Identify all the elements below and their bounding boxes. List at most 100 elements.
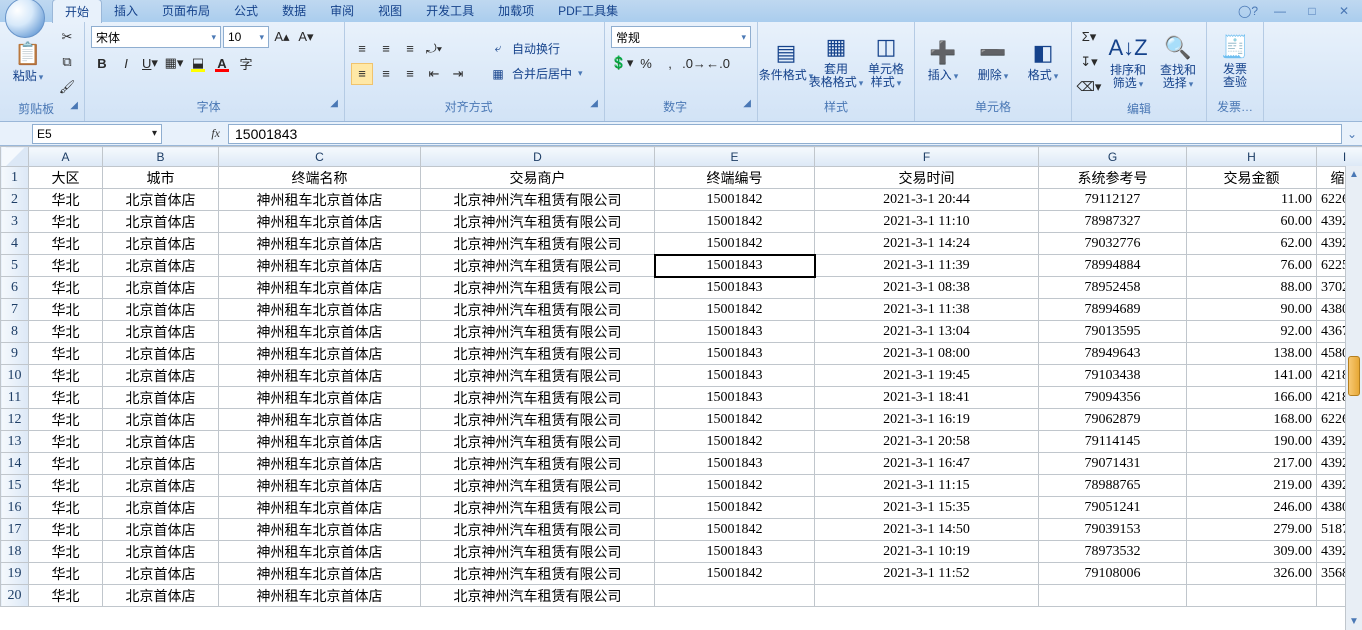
- cell[interactable]: 华北: [29, 255, 103, 277]
- cell[interactable]: [1187, 585, 1317, 607]
- decrease-font-icon[interactable]: A▾: [295, 26, 317, 48]
- border-button[interactable]: ▦▾: [163, 52, 185, 74]
- font-color-button[interactable]: A: [211, 52, 233, 74]
- cell[interactable]: 141.00: [1187, 365, 1317, 387]
- cell[interactable]: 79051241: [1039, 497, 1187, 519]
- cell[interactable]: 79071431: [1039, 453, 1187, 475]
- cell[interactable]: 华北: [29, 563, 103, 585]
- cell[interactable]: 北京首体店: [103, 233, 219, 255]
- cell[interactable]: 北京神州汽车租赁有限公司: [421, 343, 655, 365]
- cell[interactable]: 北京首体店: [103, 409, 219, 431]
- cell[interactable]: 神州租车北京首体店: [219, 211, 421, 233]
- cell[interactable]: 15001842: [655, 233, 815, 255]
- cell[interactable]: 15001843: [655, 453, 815, 475]
- percent-format-icon[interactable]: %: [635, 52, 657, 74]
- cell[interactable]: 华北: [29, 233, 103, 255]
- tab-PDF工具集[interactable]: PDF工具集: [546, 0, 630, 23]
- cell[interactable]: 北京神州汽车租赁有限公司: [421, 321, 655, 343]
- row-header[interactable]: 3: [1, 211, 29, 233]
- launcher-icon[interactable]: ◢: [590, 98, 598, 109]
- invoice-button[interactable]: 🧾发票 查验: [1213, 31, 1257, 91]
- cell[interactable]: 79094356: [1039, 387, 1187, 409]
- tab-视图[interactable]: 视图: [366, 0, 414, 23]
- select-all-corner[interactable]: [1, 147, 29, 167]
- row-header[interactable]: 5: [1, 255, 29, 277]
- cell[interactable]: 78987327: [1039, 211, 1187, 233]
- fill-icon[interactable]: ↧▾: [1078, 51, 1100, 73]
- row-header[interactable]: 7: [1, 299, 29, 321]
- cell[interactable]: 华北: [29, 519, 103, 541]
- cell[interactable]: 北京首体店: [103, 541, 219, 563]
- cell[interactable]: 15001842: [655, 475, 815, 497]
- cell[interactable]: 15001842: [655, 211, 815, 233]
- cell[interactable]: 北京首体店: [103, 343, 219, 365]
- cell[interactable]: 79103438: [1039, 365, 1187, 387]
- cell[interactable]: 神州租车北京首体店: [219, 541, 421, 563]
- cell[interactable]: 北京神州汽车租赁有限公司: [421, 519, 655, 541]
- minimize-icon[interactable]: —: [1268, 4, 1292, 18]
- cell[interactable]: 88.00: [1187, 277, 1317, 299]
- cell[interactable]: 62.00: [1187, 233, 1317, 255]
- cell[interactable]: 2021-3-1 13:04: [815, 321, 1039, 343]
- cell[interactable]: 2021-3-1 20:58: [815, 431, 1039, 453]
- cell[interactable]: 15001842: [655, 519, 815, 541]
- tab-公式[interactable]: 公式: [222, 0, 270, 23]
- autosum-icon[interactable]: Σ▾: [1078, 26, 1100, 48]
- table-style-button[interactable]: ▦套用 表格格式: [814, 31, 858, 92]
- number-format-combo[interactable]: 常规▾: [611, 26, 751, 48]
- cell[interactable]: 北京神州汽车租赁有限公司: [421, 211, 655, 233]
- cell[interactable]: 15001842: [655, 497, 815, 519]
- cell[interactable]: 北京神州汽车租赁有限公司: [421, 365, 655, 387]
- row-header[interactable]: 13: [1, 431, 29, 453]
- cell[interactable]: 2021-3-1 14:24: [815, 233, 1039, 255]
- cell[interactable]: 北京神州汽车租赁有限公司: [421, 563, 655, 585]
- close-icon[interactable]: ✕: [1332, 4, 1356, 18]
- clear-icon[interactable]: ⌫▾: [1078, 76, 1100, 98]
- launcher-icon[interactable]: ◢: [330, 98, 338, 109]
- cell[interactable]: 华北: [29, 321, 103, 343]
- cell[interactable]: 279.00: [1187, 519, 1317, 541]
- cell[interactable]: 北京首体店: [103, 211, 219, 233]
- cell-style-button[interactable]: ◫单元格 样式: [864, 31, 908, 92]
- row-header[interactable]: 15: [1, 475, 29, 497]
- tab-页面布局[interactable]: 页面布局: [150, 0, 222, 23]
- cell[interactable]: 15001842: [655, 299, 815, 321]
- name-box[interactable]: E5▾: [32, 124, 162, 144]
- cell[interactable]: 78994884: [1039, 255, 1187, 277]
- cell[interactable]: 华北: [29, 277, 103, 299]
- cell[interactable]: 76.00: [1187, 255, 1317, 277]
- cell[interactable]: 2021-3-1 08:38: [815, 277, 1039, 299]
- cell[interactable]: 北京首体店: [103, 453, 219, 475]
- cell[interactable]: 15001843: [655, 277, 815, 299]
- col-header-A[interactable]: A: [29, 147, 103, 167]
- cell[interactable]: 神州租车北京首体店: [219, 475, 421, 497]
- increase-font-icon[interactable]: A▴: [271, 26, 293, 48]
- cell[interactable]: 北京首体店: [103, 585, 219, 607]
- header-cell[interactable]: 城市: [103, 167, 219, 189]
- row-header[interactable]: 4: [1, 233, 29, 255]
- cell[interactable]: 神州租车北京首体店: [219, 585, 421, 607]
- cell[interactable]: 神州租车北京首体店: [219, 431, 421, 453]
- header-cell[interactable]: 系统参考号: [1039, 167, 1187, 189]
- cell[interactable]: 15001843: [655, 321, 815, 343]
- delete-button[interactable]: ➖删除: [971, 37, 1015, 85]
- cell[interactable]: 神州租车北京首体店: [219, 277, 421, 299]
- align-center-icon[interactable]: ≡: [375, 63, 397, 85]
- cell[interactable]: 北京首体店: [103, 475, 219, 497]
- font-size-combo[interactable]: 10▾: [223, 26, 269, 48]
- row-header[interactable]: 2: [1, 189, 29, 211]
- scroll-thumb[interactable]: [1348, 356, 1360, 396]
- cell[interactable]: 2021-3-1 18:41: [815, 387, 1039, 409]
- cell[interactable]: 神州租车北京首体店: [219, 365, 421, 387]
- header-cell[interactable]: 大区: [29, 167, 103, 189]
- cell[interactable]: 北京神州汽车租赁有限公司: [421, 277, 655, 299]
- cell[interactable]: 79039153: [1039, 519, 1187, 541]
- row-header[interactable]: 8: [1, 321, 29, 343]
- cell[interactable]: 2021-3-1 11:39: [815, 255, 1039, 277]
- fill-color-button[interactable]: ⬓: [187, 52, 209, 74]
- cell[interactable]: 79062879: [1039, 409, 1187, 431]
- cell[interactable]: 北京神州汽车租赁有限公司: [421, 475, 655, 497]
- italic-button[interactable]: I: [115, 52, 137, 74]
- cell[interactable]: 北京首体店: [103, 519, 219, 541]
- cut-button[interactable]: ✂: [56, 26, 78, 48]
